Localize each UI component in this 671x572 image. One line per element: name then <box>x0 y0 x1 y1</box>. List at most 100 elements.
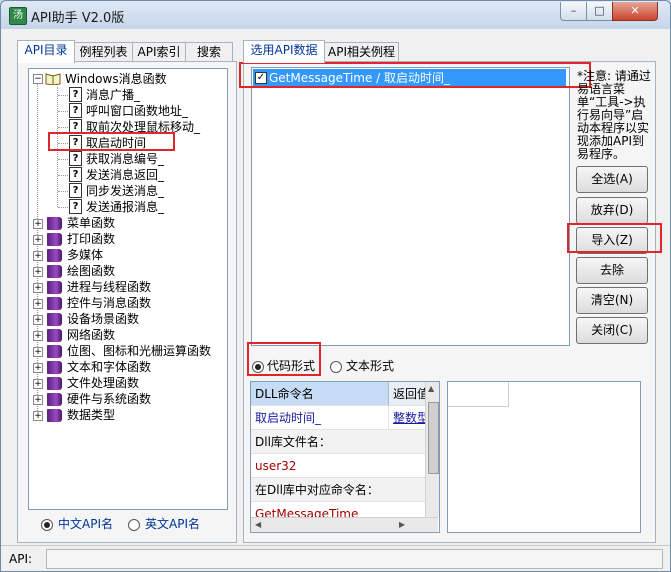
close-button[interactable]: 关闭(C) <box>576 317 648 344</box>
scroll-right-icon[interactable]: ▶ <box>399 520 405 529</box>
expand-icon[interactable]: + <box>33 283 43 293</box>
radio-chinese-name[interactable] <box>41 519 53 531</box>
tree-item[interactable]: 同步发送消息_ <box>86 183 164 199</box>
maximize-button[interactable]: □ <box>586 2 613 21</box>
tree-category[interactable]: 数据类型 <box>67 407 115 423</box>
tree-item[interactable]: 消息广播_ <box>86 87 140 103</box>
tree-category[interactable]: 位图、图标和光栅运算函数 <box>67 343 211 359</box>
expand-icon[interactable]: + <box>33 395 43 405</box>
expand-icon[interactable]: + <box>33 299 43 309</box>
tree-category[interactable]: 设备场景函数 <box>67 311 139 327</box>
scroll-up-icon[interactable]: ▲ <box>428 384 434 393</box>
tree-category[interactable]: 文件处理函数 <box>67 375 139 391</box>
selected-api-list[interactable]: ✓ GetMessageTime / 取启动时间_ <box>251 67 570 346</box>
remove-button[interactable]: 去除 <box>576 257 648 284</box>
scroll-left-icon[interactable]: ◀ <box>255 520 261 529</box>
status-label: API: <box>9 552 33 566</box>
tree-category[interactable]: 控件与消息函数 <box>67 295 151 311</box>
tree-category[interactable]: 网络函数 <box>67 327 115 343</box>
tree-line <box>58 127 68 128</box>
expand-icon[interactable]: + <box>33 331 43 341</box>
api-detail-grid[interactable]: DLL命令名 返回值 取启动时间_ 整数型 Dll库文件名： user32 在D… <box>250 381 440 533</box>
grid-return-value[interactable]: 整数型 <box>389 406 429 430</box>
grid-cmd-label: 在Dll库中对应命令名： <box>251 478 429 502</box>
tree-line <box>58 175 68 176</box>
book-icon <box>47 249 62 262</box>
tree-category[interactable]: 打印函数 <box>67 231 115 247</box>
expand-icon[interactable]: + <box>33 347 43 357</box>
tree-item[interactable]: 发送通报消息_ <box>86 199 164 215</box>
app-icon: 汤 <box>9 7 27 25</box>
expand-icon[interactable]: + <box>33 267 43 277</box>
book-icon <box>47 393 62 406</box>
radio-text-format[interactable] <box>330 361 342 373</box>
text-preview[interactable] <box>447 381 641 533</box>
book-icon <box>47 233 62 246</box>
scroll-thumb[interactable] <box>428 402 439 474</box>
expand-icon[interactable]: + <box>33 315 43 325</box>
expand-icon[interactable]: + <box>33 251 43 261</box>
expand-icon[interactable]: + <box>33 411 43 421</box>
tab-example-list[interactable]: 例程列表 <box>74 42 133 63</box>
book-icon <box>47 409 62 422</box>
radio-text-label: 文本形式 <box>346 359 395 373</box>
collapse-icon[interactable]: − <box>33 74 43 84</box>
question-icon: ? <box>69 167 82 182</box>
grid-header: DLL命令名 <box>251 382 389 406</box>
tree-category[interactable]: 多媒体 <box>67 247 103 263</box>
question-icon: ? <box>69 199 82 214</box>
tree-root-label[interactable]: Windows消息函数 <box>65 71 167 87</box>
tree-item[interactable]: 获取消息编号_ <box>86 151 164 167</box>
tree-line <box>58 159 68 160</box>
tree-category[interactable]: 绘图函数 <box>67 263 115 279</box>
question-icon: ? <box>69 87 82 102</box>
main-window: 汤 API助手 V2.0版 – □ ✕ API目录 例程列表 API索引 搜索 … <box>0 0 671 572</box>
expand-icon[interactable]: + <box>33 363 43 373</box>
grid-lib-label: Dll库文件名： <box>251 430 429 454</box>
select-all-button[interactable]: 全选(A) <box>576 166 648 193</box>
book-icon <box>47 297 62 310</box>
tree-category[interactable]: 进程与线程函数 <box>67 279 151 295</box>
status-bar: API: <box>1 545 670 571</box>
tab-related-examples[interactable]: API相关例程 <box>324 42 399 63</box>
horizontal-scrollbar[interactable]: ◀ ▶ <box>251 517 438 532</box>
radio-chinese-label: 中文API名 <box>58 517 113 531</box>
tree-category[interactable]: 菜单函数 <box>67 215 115 231</box>
expand-icon[interactable]: + <box>33 235 43 245</box>
book-icon <box>47 377 62 390</box>
radio-english-label: 英文API名 <box>145 517 200 531</box>
notice-text: *注意: 请通过易语言菜单“工具->执行易向导”启动本程序以实现添加API到易程… <box>577 69 651 161</box>
book-icon <box>47 345 62 358</box>
expand-icon[interactable]: + <box>33 219 43 229</box>
tab-search[interactable]: 搜索 <box>185 42 233 63</box>
highlight-box <box>48 132 175 151</box>
tree-item[interactable]: 呼叫窗口函数地址_ <box>86 103 188 119</box>
tab-api-catalog[interactable]: API目录 <box>17 40 75 63</box>
title-bar: 汤 API助手 V2.0版 – □ ✕ <box>1 1 670 29</box>
tab-selected-api[interactable]: 选用API数据 <box>243 40 325 63</box>
tree-line <box>58 191 68 192</box>
grid-name-value[interactable]: 取启动时间_ <box>251 406 389 430</box>
tree-category[interactable]: 文本和字体函数 <box>67 359 151 375</box>
expand-icon[interactable]: + <box>33 379 43 389</box>
tree-line <box>58 111 68 112</box>
tab-api-index[interactable]: API索引 <box>132 42 186 63</box>
tree-category[interactable]: 硬件与系统函数 <box>67 391 151 407</box>
clear-button[interactable]: 清空(N) <box>576 287 648 314</box>
grid-lib-value[interactable]: user32 <box>251 454 429 478</box>
book-icon <box>47 313 62 326</box>
status-field <box>46 549 663 569</box>
radio-english-name[interactable] <box>128 519 140 531</box>
question-icon: ? <box>69 151 82 166</box>
vertical-scrollbar[interactable]: ▲ <box>425 382 439 517</box>
discard-button[interactable]: 放弃(D) <box>576 197 648 224</box>
question-icon: ? <box>69 103 82 118</box>
close-window-button[interactable]: ✕ <box>612 2 658 21</box>
question-icon: ? <box>69 183 82 198</box>
preview-cell <box>448 382 509 407</box>
minimize-button[interactable]: – <box>560 2 587 21</box>
highlight-box <box>239 62 591 88</box>
book-icon <box>47 217 62 230</box>
tree-item[interactable]: 发送消息返回_ <box>86 167 164 183</box>
grid-header: 返回值 <box>389 382 429 406</box>
